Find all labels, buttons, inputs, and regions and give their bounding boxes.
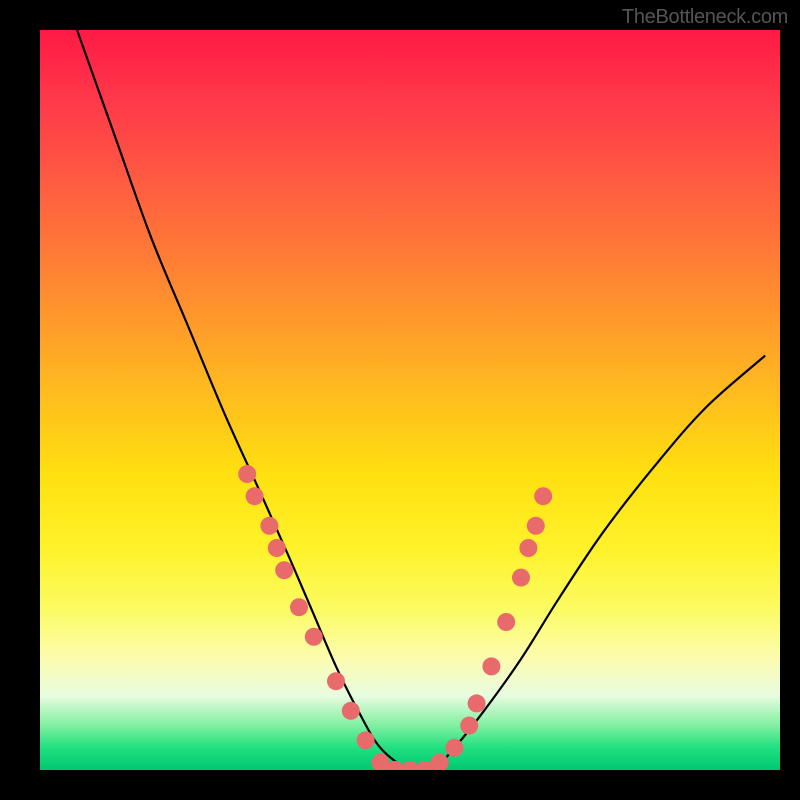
curve-svg xyxy=(40,30,780,770)
curve-marker xyxy=(305,628,323,646)
curve-marker xyxy=(342,702,360,720)
watermark-text: TheBottleneck.com xyxy=(622,6,788,29)
curve-marker xyxy=(497,613,515,631)
curve-marker xyxy=(246,487,264,505)
curve-markers xyxy=(238,465,552,770)
curve-marker xyxy=(445,739,463,757)
curve-marker xyxy=(268,539,286,557)
curve-marker xyxy=(275,561,293,579)
curve-marker xyxy=(260,517,278,535)
curve-marker xyxy=(290,598,308,616)
curve-marker xyxy=(527,517,545,535)
plot-area xyxy=(40,30,780,770)
curve-marker xyxy=(460,717,478,735)
curve-marker xyxy=(519,539,537,557)
chart-container: TheBottleneck.com xyxy=(0,0,800,800)
bottleneck-curve xyxy=(77,30,765,770)
curve-marker xyxy=(482,657,500,675)
curve-marker xyxy=(512,569,530,587)
curve-marker xyxy=(534,487,552,505)
curve-marker xyxy=(357,731,375,749)
curve-marker xyxy=(468,694,486,712)
curve-marker xyxy=(327,672,345,690)
curve-marker xyxy=(238,465,256,483)
